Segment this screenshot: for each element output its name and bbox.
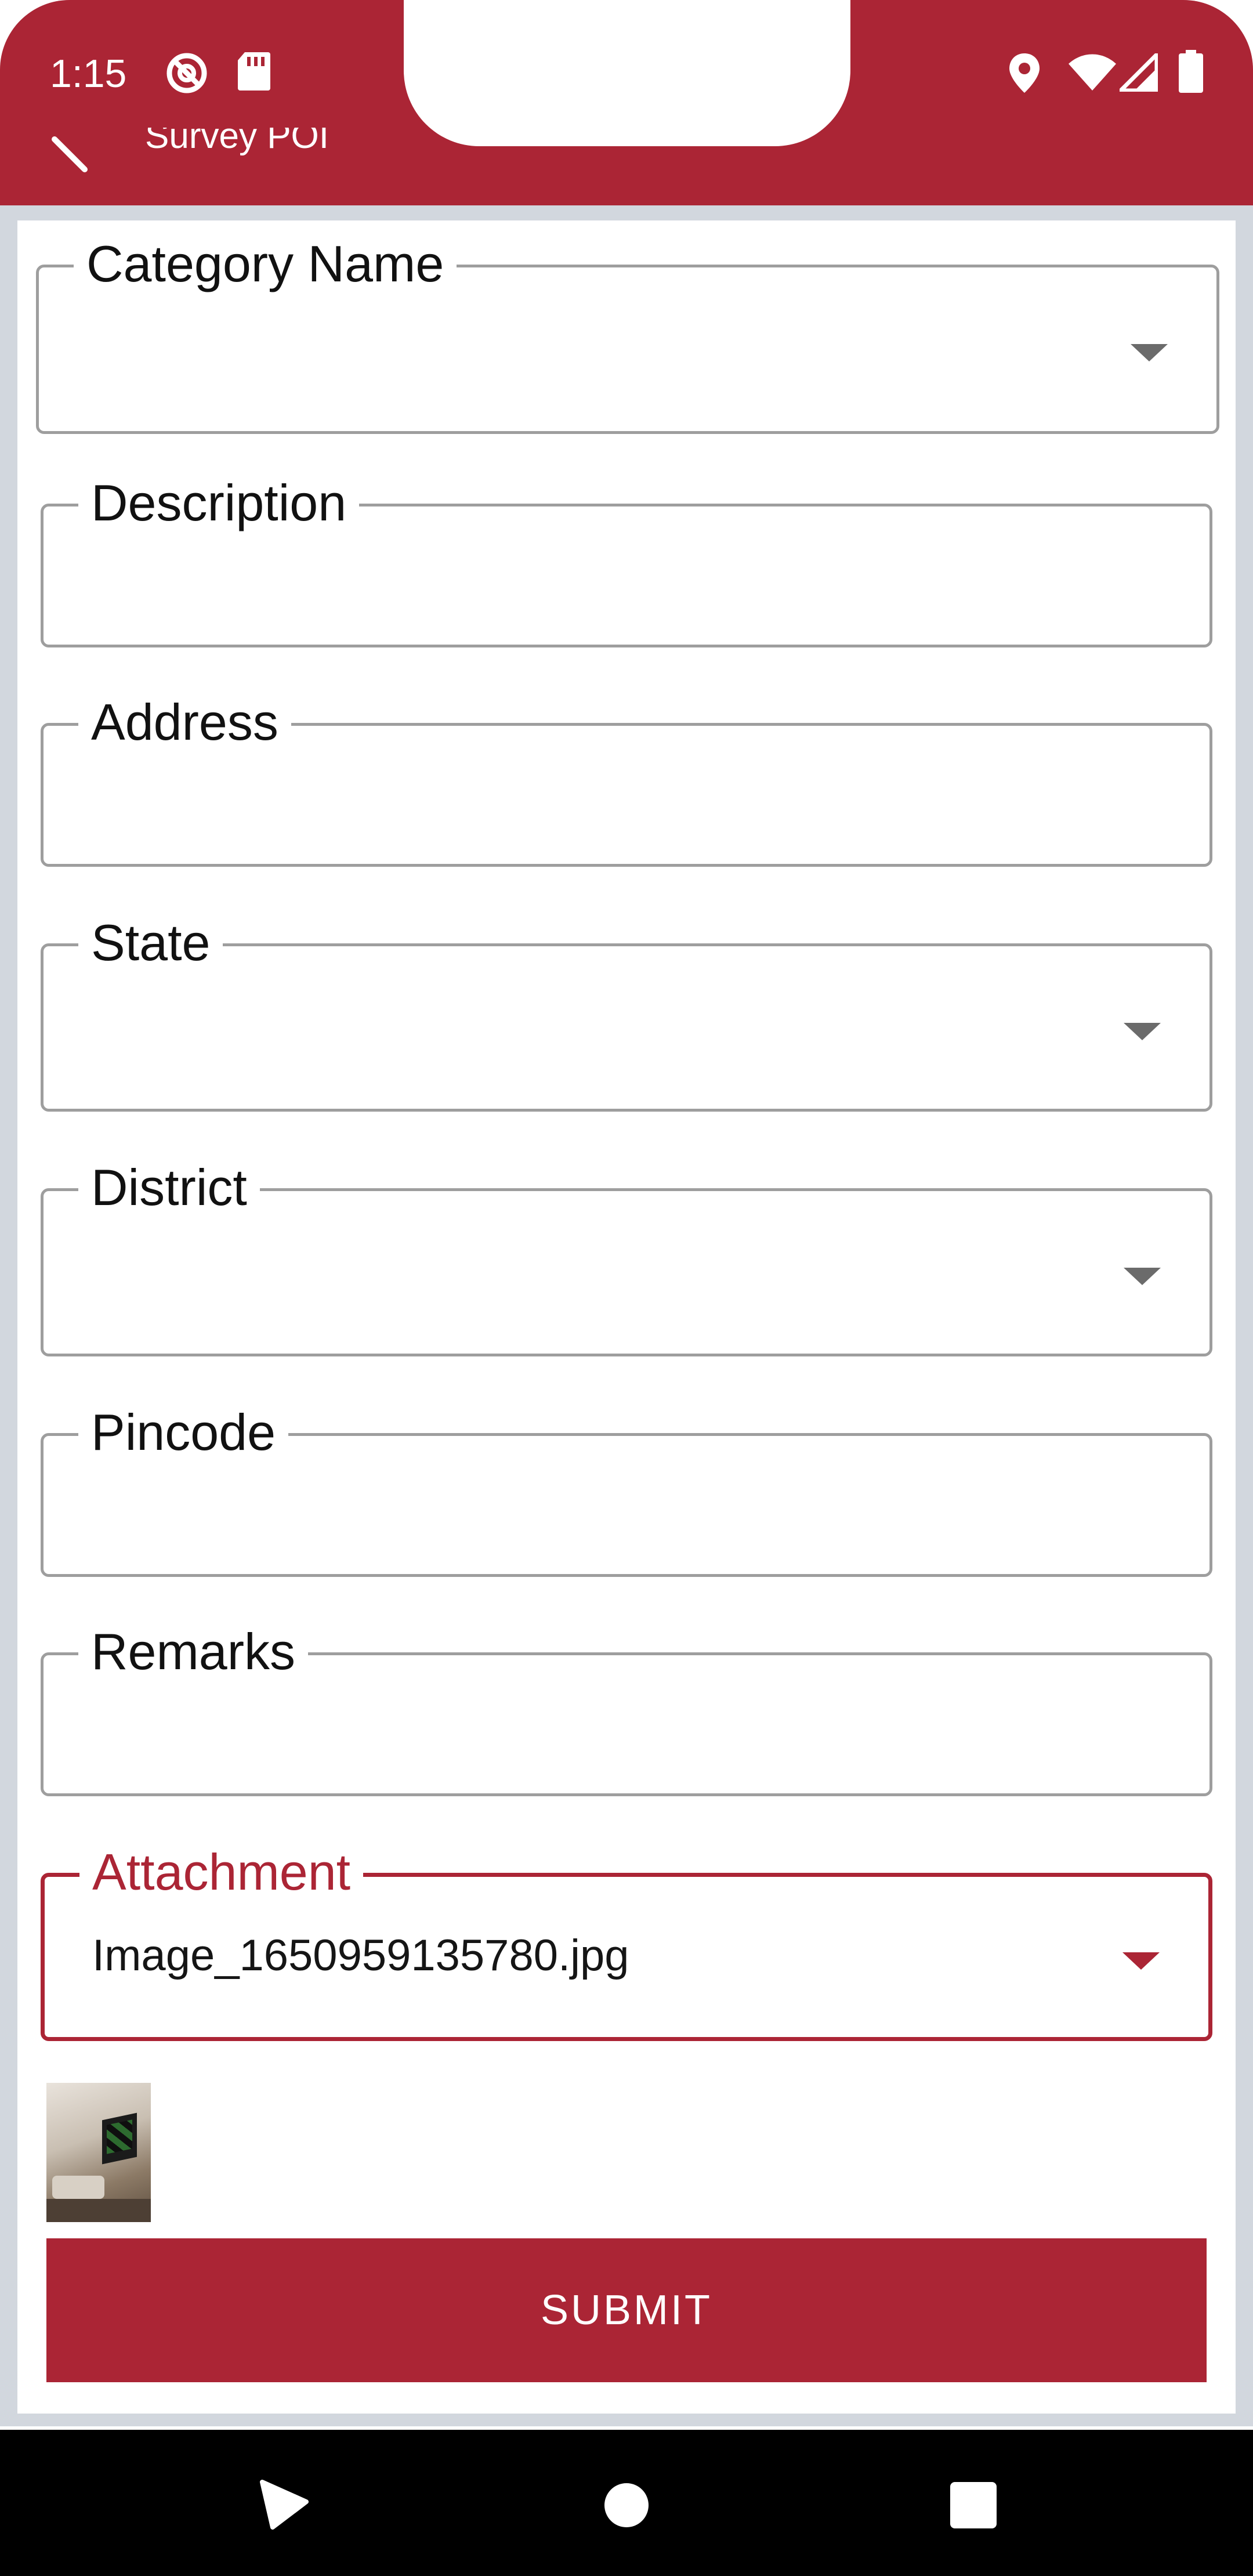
submit-button[interactable]: SUBMIT	[46, 2238, 1207, 2382]
wifi-icon	[1067, 53, 1117, 95]
back-triangle-icon[interactable]	[258, 2479, 310, 2534]
district-label: District	[78, 1159, 260, 1217]
chevron-down-icon	[1124, 1268, 1161, 1285]
sd-card-icon	[237, 51, 271, 95]
state-dropdown[interactable]: State	[41, 914, 1212, 1112]
do-not-disturb-icon	[165, 51, 209, 98]
category-name-label: Category Name	[74, 235, 457, 293]
description-label: Description	[78, 474, 360, 532]
chevron-down-icon	[1124, 1023, 1161, 1040]
system-navigation-bar	[0, 2430, 1253, 2576]
cellular-signal-icon	[1116, 49, 1159, 95]
attachment-label: Attachment	[79, 1843, 364, 1901]
address-field[interactable]: Address	[41, 693, 1212, 867]
tv-image-detail	[102, 2112, 137, 2165]
floor-image-detail	[46, 2199, 151, 2222]
state-label: State	[78, 914, 223, 972]
description-field[interactable]: Description	[41, 474, 1212, 647]
location-icon	[1007, 52, 1042, 97]
recents-square-icon[interactable]	[949, 2481, 998, 2532]
pincode-field[interactable]: Pincode	[41, 1403, 1212, 1577]
app-bar: 1:15 Survey POI	[0, 0, 1253, 205]
chevron-down-icon	[1131, 344, 1168, 361]
remarks-label: Remarks	[78, 1623, 309, 1681]
district-dropdown[interactable]: District	[41, 1159, 1212, 1356]
back-arrow-icon[interactable]	[49, 133, 95, 183]
remarks-field[interactable]: Remarks	[41, 1623, 1212, 1796]
battery-icon	[1178, 50, 1204, 97]
address-label: Address	[78, 693, 291, 751]
page-title: Survey POI	[145, 128, 329, 156]
category-name-dropdown[interactable]: Category Name	[36, 235, 1219, 434]
chevron-down-icon	[1122, 1952, 1160, 1970]
home-circle-icon[interactable]	[603, 2482, 650, 2531]
attachment-value: Image_1650959135780.jpg	[92, 1931, 629, 1980]
display-notch	[404, 0, 850, 146]
attachment-dropdown[interactable]: Attachment Image_1650959135780.jpg	[41, 1843, 1212, 2041]
status-time: 1:15	[50, 52, 127, 96]
pincode-label: Pincode	[78, 1403, 289, 1461]
attachment-thumbnail[interactable]	[46, 2083, 151, 2222]
sofa-image-detail	[52, 2176, 104, 2199]
